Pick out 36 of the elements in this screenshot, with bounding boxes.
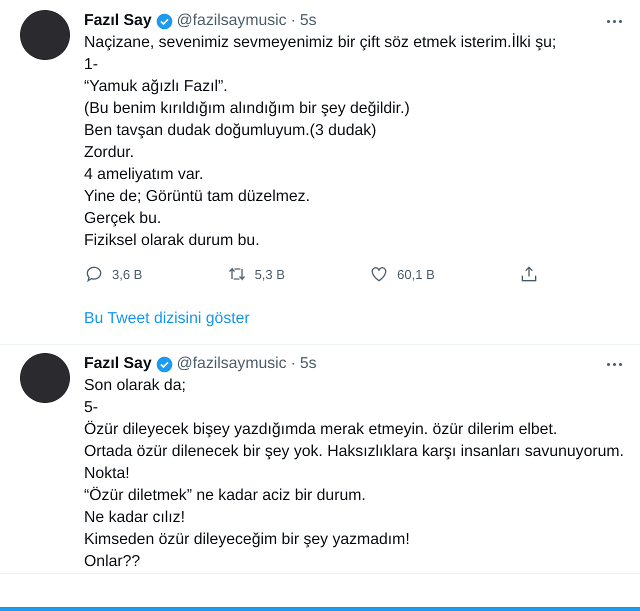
tweet-text-line: 1- (84, 55, 100, 75)
author-handle[interactable]: @fazilsaymusic (176, 355, 287, 373)
reply-button[interactable]: 3,6 B (84, 264, 142, 284)
tweet-text-line: Kimseden özür dileyeceğim bir şey yazmadım! (84, 530, 411, 550)
speech-bubble-icon (84, 264, 104, 284)
tweet-text-line: “Özür diletmek” ne kadar aciz bir durum. (84, 486, 367, 506)
tweet-text-line: Ne kadar cılız! (84, 508, 186, 528)
retweet-button[interactable]: 5,3 B (226, 264, 285, 284)
avatar[interactable] (20, 353, 70, 403)
tweet-text-line: Özür dileyecek bişey yazdığımda merak etmeyin. özür dilerim elbet. (84, 420, 558, 440)
separator-dot: · (290, 355, 296, 373)
author-name[interactable]: Fazıl Say (84, 355, 152, 373)
author-handle[interactable]: @fazilsaymusic (176, 12, 287, 30)
share-icon (518, 264, 539, 284)
tweet-text-line: 4 ameliyatım var. (84, 165, 204, 185)
separator-dot: · (290, 12, 296, 30)
share-button[interactable] (518, 264, 539, 284)
tweet-text-line: Yine de; Görüntü tam düzelmez. (84, 187, 311, 207)
tweet-text-line: Fiziksel olarak durum bu. (84, 231, 261, 251)
tweet-text-line: Gerçek bu. (84, 209, 162, 229)
tweet-text-line: Ben tavşan dudak doğumluyum.(3 dudak) (84, 121, 378, 141)
tweet-text-line: Ortada özür dilenecek bir şey yok. Haksızlıklara karşı insanları savunuyorum. (84, 442, 625, 462)
author-name[interactable]: Fazıl Say (84, 12, 152, 30)
tweet-text-line: Naçizane, sevenimiz sevmeyenimiz bir çift söz etmek isterim.İlki şu; (84, 32, 558, 53)
tweet-text-line: 5- (84, 398, 100, 418)
timestamp[interactable]: 5s (300, 12, 317, 30)
like-button[interactable]: 60,1 B (369, 264, 435, 284)
tweet-text-line: Son olarak da; (84, 376, 187, 396)
avatar[interactable] (20, 10, 70, 60)
heart-icon (369, 264, 390, 284)
tweet-text-line: Zordur. (84, 143, 136, 163)
tweet-text-line: Onlar?? (84, 552, 142, 572)
tweet-text-line: “Yamuk ağızlı Fazıl”. (84, 77, 229, 97)
tweet-text-line: Nokta! (84, 464, 131, 484)
timestamp[interactable]: 5s (300, 355, 317, 373)
tweet-text-line: (Bu benim kırıldığım alındığım bir şey değildir.) (84, 99, 411, 119)
